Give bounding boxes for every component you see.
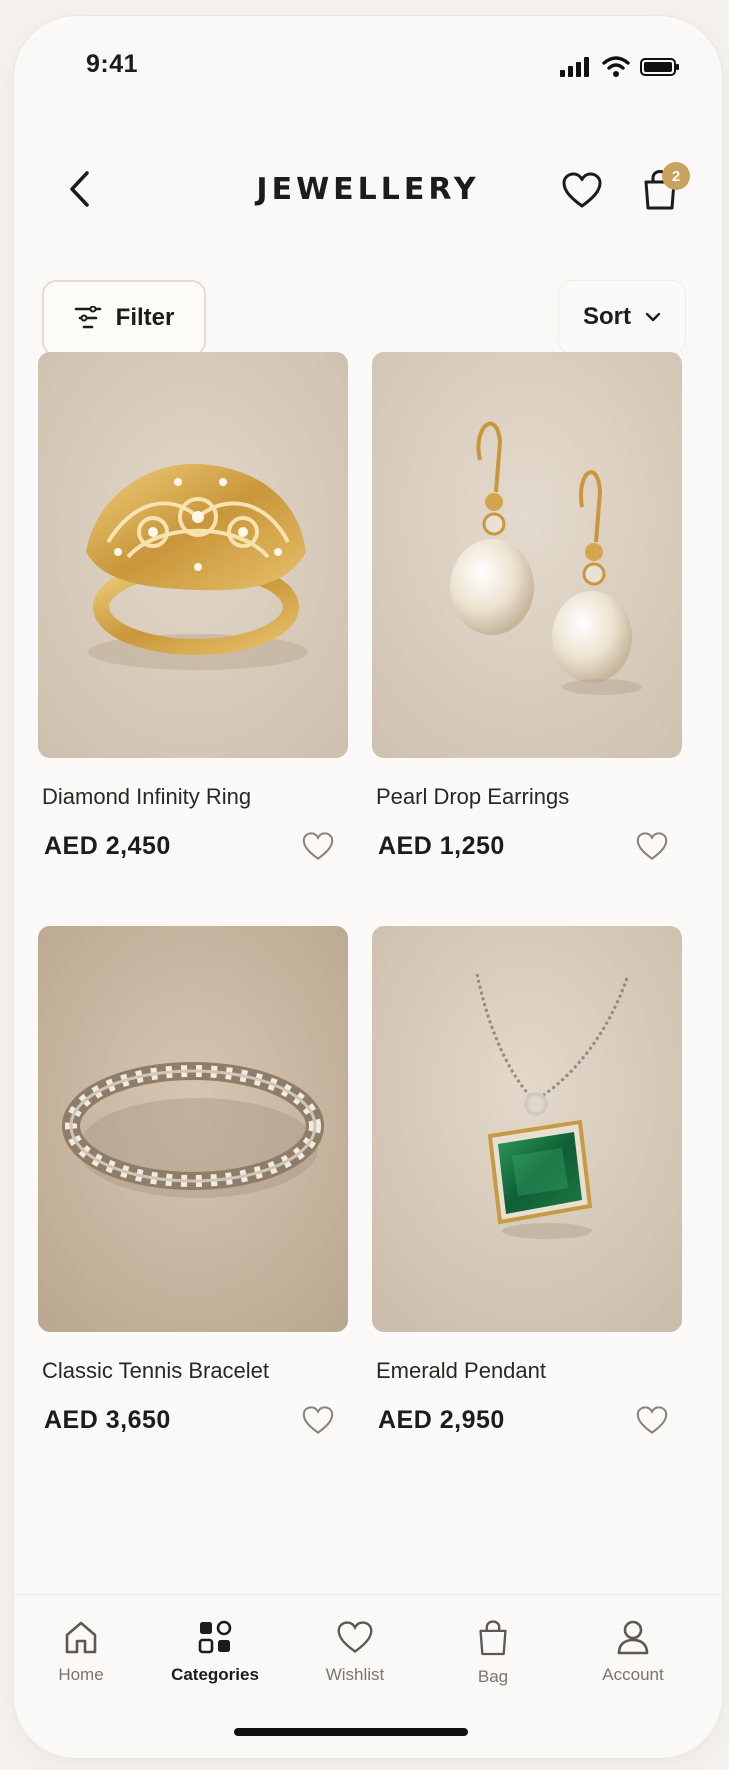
product-name: Pearl Drop Earrings: [376, 784, 570, 809]
add-to-wishlist-button[interactable]: [630, 1398, 674, 1442]
sort-label: Sort: [583, 303, 631, 330]
bag-count-badge: 2: [662, 162, 690, 190]
product-card[interactable]: Diamond Infinity Ring AED 2,450: [38, 352, 348, 860]
add-to-wishlist-button[interactable]: [296, 824, 340, 868]
tab-label: Account: [602, 1665, 664, 1684]
heart-outline-icon: [302, 832, 334, 860]
heart-outline-icon: [302, 1406, 334, 1434]
wishlist-button[interactable]: [554, 162, 610, 218]
product-card[interactable]: Pearl Drop Earrings AED 1,250: [372, 352, 682, 860]
bag-icon: [479, 1620, 507, 1656]
heart-outline-icon: [636, 1406, 668, 1434]
status-icons: [560, 56, 680, 78]
heart-icon: [562, 172, 602, 208]
product-image-pendant[interactable]: [372, 926, 682, 1332]
product-price: AED 3,650: [44, 1406, 171, 1434]
product-image-bracelet[interactable]: [38, 926, 348, 1332]
categories-icon: [198, 1620, 232, 1654]
filter-icon: [74, 306, 101, 329]
chevron-down-icon: [645, 312, 661, 322]
tab-account[interactable]: Account: [578, 1619, 688, 1685]
status-bar: 9:41: [14, 16, 722, 116]
ring-image: [38, 352, 348, 758]
sort-dropdown[interactable]: Sort: [558, 280, 686, 354]
product-price: AED 2,950: [378, 1406, 505, 1434]
signal-icon: [560, 57, 589, 77]
tab-bag[interactable]: Bag: [438, 1619, 548, 1687]
status-time: 9:41: [86, 50, 139, 78]
bag-button[interactable]: 2: [632, 160, 690, 220]
product-name: Classic Tennis Bracelet: [42, 1358, 270, 1383]
battery-icon: [640, 58, 679, 76]
product-name: Emerald Pendant: [376, 1358, 546, 1383]
product-image-ring[interactable]: [38, 352, 348, 758]
home-indicator[interactable]: [234, 1728, 468, 1736]
account-icon: [617, 1620, 649, 1655]
tab-label: Bag: [477, 1667, 509, 1686]
wifi-icon: [602, 56, 630, 77]
bracelet-image: [38, 926, 348, 1332]
home-icon: [65, 1621, 97, 1654]
heart-outline-icon: [636, 832, 668, 860]
filter-label: Filter: [115, 304, 175, 331]
add-to-wishlist-button[interactable]: [296, 1398, 340, 1442]
product-name: Diamond Infinity Ring: [42, 784, 252, 809]
earrings-image: [372, 352, 682, 758]
heart-icon: [337, 1621, 373, 1653]
tab-categories[interactable]: Categories: [160, 1619, 270, 1685]
add-to-wishlist-button[interactable]: [630, 824, 674, 868]
product-card[interactable]: Classic Tennis Bracelet AED 3,650: [38, 926, 348, 1434]
tab-label: Home: [58, 1665, 104, 1684]
page-title: JEWELLERY: [256, 172, 480, 207]
top-app-bar: JEWELLERY 2: [14, 136, 722, 236]
pendant-image: [372, 926, 682, 1332]
product-card[interactable]: Emerald Pendant AED 2,950: [372, 926, 682, 1434]
filter-button[interactable]: Filter: [42, 280, 206, 356]
tab-wishlist[interactable]: Wishlist: [300, 1619, 410, 1685]
tab-label: Wishlist: [325, 1665, 385, 1684]
product-image-earrings[interactable]: [372, 352, 682, 758]
tab-home[interactable]: Home: [26, 1619, 136, 1685]
product-price: AED 1,250: [378, 832, 505, 860]
product-price: AED 2,450: [44, 832, 171, 860]
tab-label: Categories: [171, 1665, 259, 1684]
phone-screen: 9:41 JEWELLERY 2 Filter Sort Diamond Inf…: [14, 16, 722, 1758]
